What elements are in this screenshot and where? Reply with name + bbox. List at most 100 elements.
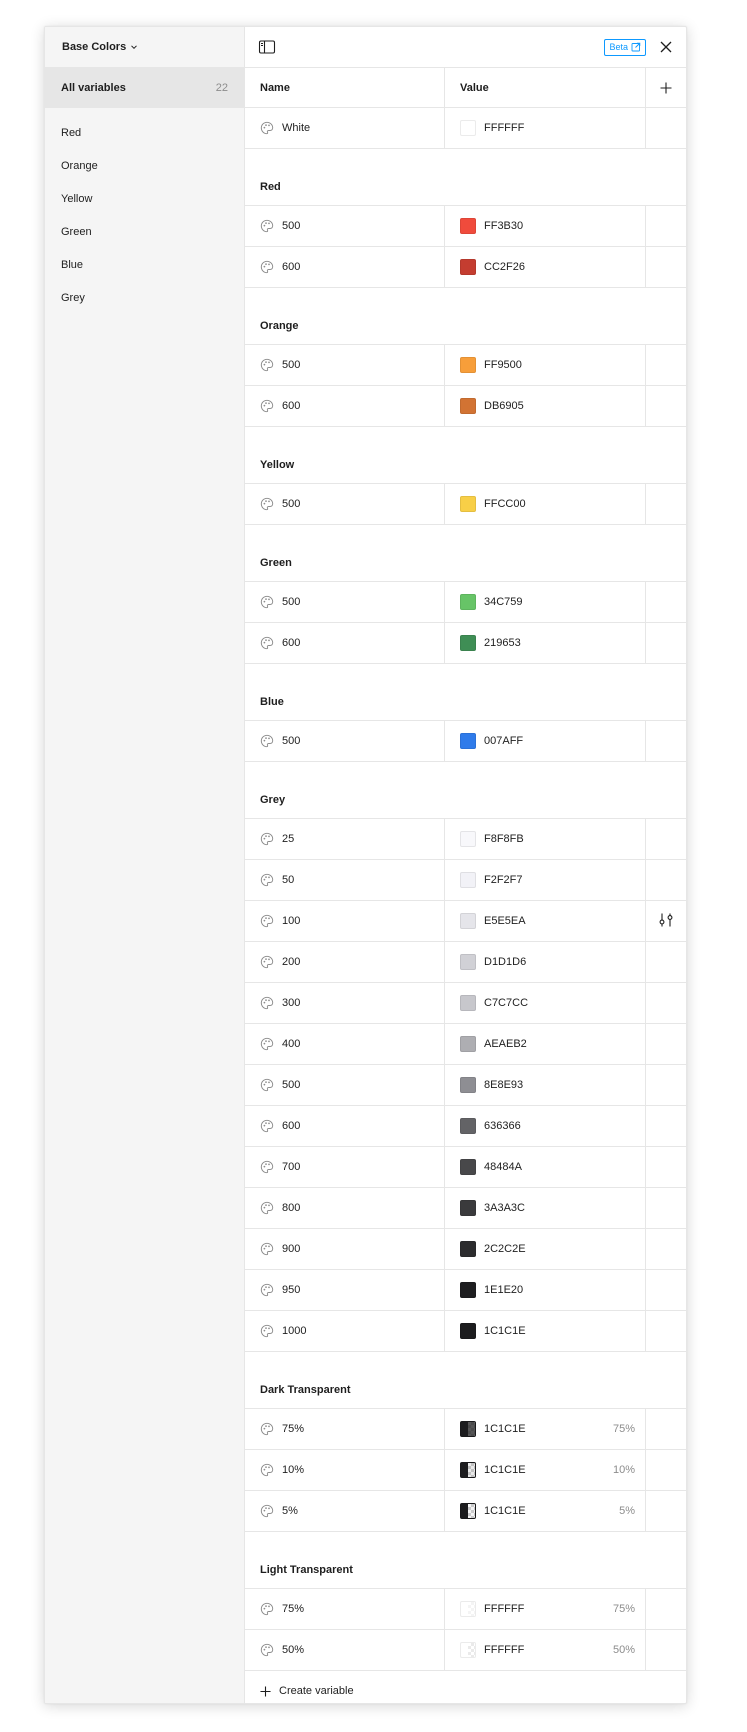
color-swatch[interactable]	[460, 357, 476, 373]
sidebar-item-red[interactable]: Red	[45, 116, 244, 149]
sidebar-item-all-variables[interactable]: All variables 22	[45, 67, 244, 108]
color-swatch[interactable]	[460, 1241, 476, 1257]
variable-row[interactable]: 900 2C2C2E	[245, 1229, 686, 1270]
color-swatch[interactable]	[460, 1601, 476, 1617]
variable-value-cell[interactable]: 219653	[445, 623, 646, 663]
variable-value-cell[interactable]: 8E8E93	[445, 1065, 646, 1105]
variable-value-cell[interactable]: F2F2F7	[445, 860, 646, 900]
variable-row[interactable]: 600 CC2F26	[245, 247, 686, 288]
color-swatch[interactable]	[460, 1077, 476, 1093]
color-swatch[interactable]	[460, 733, 476, 749]
color-swatch[interactable]	[460, 120, 476, 136]
variable-name-cell[interactable]: White	[245, 108, 445, 148]
create-variable-button[interactable]: Create variable	[245, 1671, 686, 1703]
variable-name-cell[interactable]: 25	[245, 819, 445, 859]
variable-value-cell[interactable]: F8F8FB	[445, 819, 646, 859]
variable-row[interactable]: 10% 1C1C1E 10%	[245, 1450, 686, 1491]
toggle-sidebar-button[interactable]	[257, 37, 277, 57]
variable-name-cell[interactable]: 500	[245, 721, 445, 761]
sidebar-item-blue[interactable]: Blue	[45, 248, 244, 281]
variable-row[interactable]: 500 FF9500	[245, 345, 686, 386]
variable-value-cell[interactable]: 48484A	[445, 1147, 646, 1187]
variable-name-cell[interactable]: 10%	[245, 1450, 445, 1490]
color-swatch[interactable]	[460, 872, 476, 888]
edit-variable-button[interactable]	[658, 912, 674, 931]
variable-value-cell[interactable]: AEAEB2	[445, 1024, 646, 1064]
variable-name-cell[interactable]: 400	[245, 1024, 445, 1064]
variable-name-cell[interactable]: 500	[245, 1065, 445, 1105]
variable-name-cell[interactable]: 700	[245, 1147, 445, 1187]
variable-row[interactable]: 5% 1C1C1E 5%	[245, 1491, 686, 1532]
sidebar-item-grey[interactable]: Grey	[45, 281, 244, 314]
variable-value-cell[interactable]: 007AFF	[445, 721, 646, 761]
variable-row[interactable]: 800 3A3A3C	[245, 1188, 686, 1229]
variable-value-cell[interactable]: FFFFFF	[445, 108, 646, 148]
variable-name-cell[interactable]: 100	[245, 901, 445, 941]
variable-name-cell[interactable]: 600	[245, 1106, 445, 1146]
variable-name-cell[interactable]: 50	[245, 860, 445, 900]
variable-row[interactable]: 75% 1C1C1E 75%	[245, 1409, 686, 1450]
variable-name-cell[interactable]: 200	[245, 942, 445, 982]
variable-value-cell[interactable]: 1C1C1E 75%	[445, 1409, 646, 1449]
variable-name-cell[interactable]: 950	[245, 1270, 445, 1310]
color-swatch[interactable]	[460, 954, 476, 970]
variable-name-cell[interactable]: 300	[245, 983, 445, 1023]
variable-name-cell[interactable]: 900	[245, 1229, 445, 1269]
color-swatch[interactable]	[460, 913, 476, 929]
color-swatch[interactable]	[460, 259, 476, 275]
variable-value-cell[interactable]: 3A3A3C	[445, 1188, 646, 1228]
variable-row[interactable]: 50 F2F2F7	[245, 860, 686, 901]
sidebar-item-green[interactable]: Green	[45, 215, 244, 248]
variable-value-cell[interactable]: 2C2C2E	[445, 1229, 646, 1269]
variable-value-cell[interactable]: 1C1C1E 10%	[445, 1450, 646, 1490]
variable-name-cell[interactable]: 600	[245, 386, 445, 426]
variable-value-cell[interactable]: FF9500	[445, 345, 646, 385]
add-mode-button[interactable]	[646, 68, 686, 107]
variable-value-cell[interactable]: 34C759	[445, 582, 646, 622]
variable-value-cell[interactable]: 1C1C1E	[445, 1311, 646, 1351]
beta-badge[interactable]: Beta	[604, 38, 646, 56]
variable-row[interactable]: 700 48484A	[245, 1147, 686, 1188]
variable-row[interactable]: 600 636366	[245, 1106, 686, 1147]
variable-value-cell[interactable]: CC2F26	[445, 247, 646, 287]
variable-value-cell[interactable]: FFCC00	[445, 484, 646, 524]
variable-row[interactable]: 600 219653	[245, 623, 686, 664]
variable-row[interactable]: 300 C7C7CC	[245, 983, 686, 1024]
color-swatch[interactable]	[460, 1282, 476, 1298]
variable-name-cell[interactable]: 500	[245, 345, 445, 385]
variable-name-cell[interactable]: 1000	[245, 1311, 445, 1351]
variable-name-cell[interactable]: 75%	[245, 1589, 445, 1629]
color-swatch[interactable]	[460, 218, 476, 234]
sidebar-item-yellow[interactable]: Yellow	[45, 182, 244, 215]
variable-row[interactable]: 500 8E8E93	[245, 1065, 686, 1106]
variable-row[interactable]: 500 34C759	[245, 582, 686, 623]
color-swatch[interactable]	[460, 1503, 476, 1519]
variable-value-cell[interactable]: DB6905	[445, 386, 646, 426]
variable-value-cell[interactable]: 1E1E20	[445, 1270, 646, 1310]
variable-value-cell[interactable]: 1C1C1E 5%	[445, 1491, 646, 1531]
collection-selector[interactable]: Base Colors	[45, 27, 244, 67]
variable-row[interactable]: 500 007AFF	[245, 721, 686, 762]
color-swatch[interactable]	[460, 1200, 476, 1216]
variable-name-cell[interactable]: 50%	[245, 1630, 445, 1670]
variable-row[interactable]: 50% FFFFFF 50%	[245, 1630, 686, 1671]
variable-name-cell[interactable]: 75%	[245, 1409, 445, 1449]
color-swatch[interactable]	[460, 1323, 476, 1339]
color-swatch[interactable]	[460, 1421, 476, 1437]
color-swatch[interactable]	[460, 1642, 476, 1658]
variable-value-cell[interactable]: 636366	[445, 1106, 646, 1146]
variable-value-cell[interactable]: C7C7CC	[445, 983, 646, 1023]
variable-name-cell[interactable]: 500	[245, 582, 445, 622]
variable-row[interactable]: 500 FF3B30	[245, 206, 686, 247]
variable-row[interactable]: White FFFFFF	[245, 108, 686, 149]
variable-value-cell[interactable]: E5E5EA	[445, 901, 646, 941]
color-swatch[interactable]	[460, 1036, 476, 1052]
variable-row[interactable]: 950 1E1E20	[245, 1270, 686, 1311]
color-swatch[interactable]	[460, 1118, 476, 1134]
color-swatch[interactable]	[460, 1462, 476, 1478]
color-swatch[interactable]	[460, 635, 476, 651]
color-swatch[interactable]	[460, 995, 476, 1011]
variable-value-cell[interactable]: FFFFFF 50%	[445, 1630, 646, 1670]
color-swatch[interactable]	[460, 1159, 476, 1175]
variable-name-cell[interactable]: 500	[245, 484, 445, 524]
